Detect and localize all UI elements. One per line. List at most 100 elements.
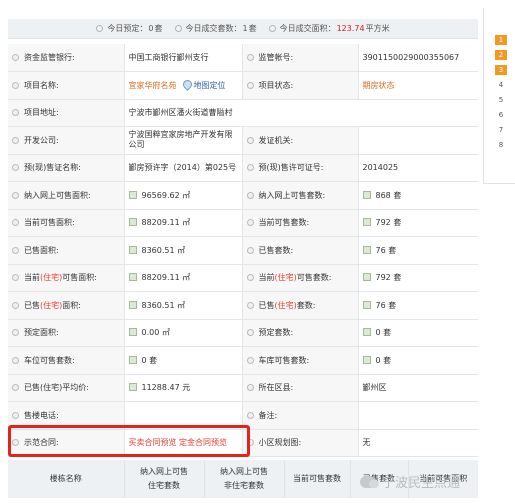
bullet-icon <box>12 81 19 89</box>
bullet-icon <box>12 219 19 227</box>
project-name-label: 项目名称: <box>24 80 59 90</box>
table-row: 预(现)售证名称: 鄞房预许字（2014）第025号 预(现)售许可证号: 20… <box>8 154 478 182</box>
cur-area-label: 当前可售面积: <box>24 218 75 228</box>
bank-label: 资金监管银行: <box>24 53 75 62</box>
cur-units-value: 792 套 <box>375 218 402 228</box>
units-icon <box>362 355 371 364</box>
bullet-icon <box>12 439 19 447</box>
cur-units-label: 当前可售套数: <box>258 218 310 228</box>
table-row: 当前可售面积: 88209.11 ㎡ 当前可售套数: 792 套 <box>8 209 478 237</box>
sold-units-label: 已售套数: <box>258 245 294 255</box>
area-icon <box>128 245 137 254</box>
remark-value <box>358 401 478 430</box>
map-pin-icon <box>180 77 194 91</box>
bullet-icon <box>246 136 254 144</box>
page-link[interactable]: 8 <box>495 140 507 150</box>
table-row: 车位可售套数: 0 套 车库可售套数: 0 套 <box>8 346 478 375</box>
page-link[interactable]: 7 <box>495 125 507 135</box>
parking-label: 车位可售套数: <box>24 355 75 365</box>
page-link[interactable]: 2 <box>495 50 507 60</box>
units-icon <box>362 190 371 199</box>
area-icon <box>128 218 137 227</box>
online-area-value: 96569.62 ㎡ <box>141 190 191 200</box>
sold-res-units-label: 已售(住宅)套数: <box>242 291 359 320</box>
bullet-icon <box>174 25 182 32</box>
stat-today-deal-units: 今日成交套数： 1 套 <box>174 23 257 34</box>
bullet-icon <box>12 329 19 337</box>
sold-res-area-label: 已售(住宅)面积: <box>8 291 125 320</box>
presale-no-label: 预(现)售许可证号: <box>258 163 324 173</box>
sales-phone-value <box>124 401 243 430</box>
garage-label: 车库可售套数: <box>258 355 310 365</box>
page-link[interactable]: 1 <box>495 35 507 45</box>
col-online-nonres-units: 纳入网上可售 非住宅套数 <box>204 460 285 498</box>
bullet-icon <box>268 25 276 32</box>
page-link[interactable]: 4 <box>495 80 507 90</box>
district-label: 所在区县: <box>258 383 294 393</box>
table-row: 当前(住宅)可售面积: 88209.11 ㎡ 当前(住宅)可售套数: 792 套 <box>8 264 478 292</box>
bullet-icon <box>246 219 254 227</box>
online-units-label: 纳入网上可售套数: <box>258 190 326 200</box>
area-icon <box>128 190 137 199</box>
plan-value: 无 <box>358 429 478 457</box>
area-icon <box>128 328 137 337</box>
table-row: 纳入网上可售面积: 96569.62 ㎡ 纳入网上可售套数: 868 套 <box>8 181 478 210</box>
map-locate-link[interactable]: 地图定位 <box>180 77 226 91</box>
district-value: 鄞州区 <box>358 374 478 402</box>
bullet-icon <box>12 411 19 419</box>
area-icon <box>128 300 137 309</box>
units-icon <box>362 300 371 309</box>
avg-price-label: 已售(住宅)平均价: <box>24 383 89 393</box>
page-index-nav: 1 2 3 4 5 6 7 8 <box>495 35 507 155</box>
bullet-icon <box>246 191 254 199</box>
bullet-icon <box>12 274 19 282</box>
plan-label: 小区规划图: <box>258 438 302 448</box>
cur-res-area-value: 88209.11 ㎡ <box>141 273 191 283</box>
presale-no-value: 2014025 <box>358 154 478 182</box>
table-row: 已售面积: 8360.51 ㎡ 已售套数: 76 套 <box>8 236 478 265</box>
stat-today-reserved: 今日预定： 0 套 <box>96 23 163 34</box>
bullet-icon <box>12 191 19 199</box>
table-row: 预定面积: 0.00 ㎡ 预定套数: 0 套 <box>8 319 478 347</box>
bank-value: 中国工商银行鄞州支行 <box>124 44 243 72</box>
bullet-icon <box>12 301 19 309</box>
table-row: 开发公司: 宁波国粹宜家房地产开发有限公司 发证机关: <box>8 126 478 155</box>
units-icon <box>362 328 371 337</box>
sold-res-area-value: 8360.51 ㎡ <box>141 300 186 310</box>
today-stats-bar: 今日预定： 0 套 今日成交套数： 1 套 今日成交面积： 123.74 平方米 <box>8 19 478 39</box>
issuer-label: 发证机关: <box>258 135 294 145</box>
watermark: 宁波民生点通 <box>360 472 460 491</box>
reserved-area-value: 0.00 ㎡ <box>141 328 170 338</box>
presale-cert-value: 鄞房预许字（2014）第025号 <box>124 154 243 182</box>
sold-res-units-value: 76 套 <box>375 300 397 310</box>
sold-area-value: 8360.51 ㎡ <box>141 245 186 255</box>
area-icon <box>128 273 137 282</box>
bullet-icon <box>246 439 254 447</box>
presale-cert-label: 预(现)售证名称: <box>24 163 81 173</box>
units-icon <box>362 218 371 227</box>
table-row: 项目名称: 宜家华府名苑 地图定位 项目状态: 期房状态 <box>8 71 478 100</box>
avg-price-value: 11288.47 元 <box>141 383 191 393</box>
reserved-area-label: 预定面积: <box>24 328 59 338</box>
project-name-value: 宜家华府名苑 <box>128 80 177 90</box>
bullet-icon <box>246 54 254 61</box>
price-icon <box>128 383 137 392</box>
cur-res-area-label: 当前(住宅)可售面积: <box>8 264 125 292</box>
sales-phone-label: 售楼电话: <box>24 410 59 420</box>
units-icon <box>362 245 371 254</box>
page-link[interactable]: 3 <box>495 65 507 75</box>
table-row: 售楼电话: 备注: <box>8 401 478 430</box>
page-link[interactable]: 5 <box>495 95 507 105</box>
online-units-value: 868 套 <box>375 190 402 200</box>
contract-preview-links[interactable]: 买卖合同预览 定金合同预览 <box>124 429 243 457</box>
garage-value: 0 套 <box>375 355 392 365</box>
project-address-value: 宁波市鄞州区潘火街道曹隘村 <box>124 99 478 127</box>
cur-area-value: 88209.11 ㎡ <box>141 218 191 228</box>
account-value: 3901150029000355067 <box>358 44 478 72</box>
project-address-label: 项目地址: <box>24 108 59 118</box>
bullet-icon <box>12 54 19 61</box>
page-link[interactable]: 6 <box>495 110 507 120</box>
table-row: 项目地址: 宁波市鄞州区潘火街道曹隘村 <box>8 99 478 127</box>
cur-res-units-value: 792 套 <box>375 273 402 283</box>
contract-label: 示范合同: <box>24 438 59 448</box>
